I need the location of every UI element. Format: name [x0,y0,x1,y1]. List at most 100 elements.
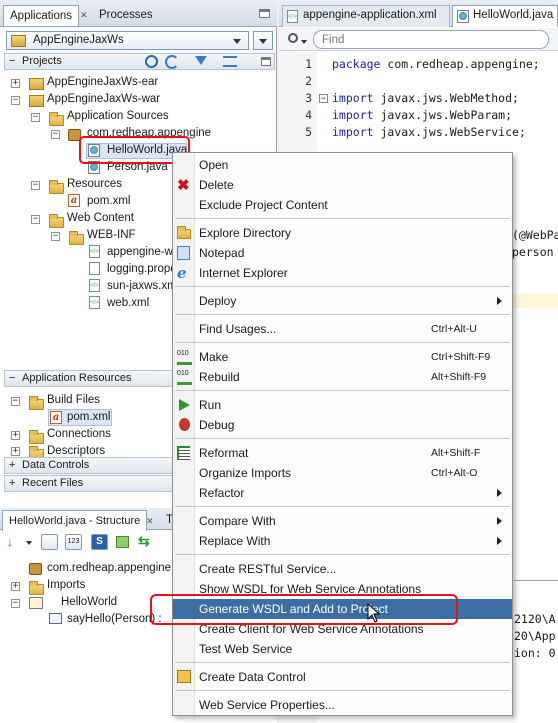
tree-item[interactable]: com.redheap.appengine [47,562,171,574]
tree-item[interactable]: Application Sources [67,110,169,122]
code-fragment: person [512,245,554,259]
menu-item-reformat[interactable]: Reformat Alt+Shift-F [173,443,512,463]
tree-item[interactable]: Connections [47,428,111,440]
expand-toggle[interactable]: − [51,232,60,241]
xml-file-icon: </> [89,296,100,309]
tree-item[interactable]: appengine-we [107,246,179,258]
tree-item[interactable]: AppEngineJaxWs-war [47,93,160,105]
expand-toggle[interactable]: − [11,599,20,608]
close-icon[interactable]: ✕ [146,516,154,527]
minimize-icon[interactable] [259,9,270,18]
menu-item-delete[interactable]: ✖ Delete [173,175,512,195]
menu-item-internet-explorer[interactable]: e Internet Explorer [173,263,512,283]
expand-toggle[interactable]: + [11,431,20,440]
tree-item[interactable]: Build Files [47,394,100,406]
debug-icon [179,418,190,431]
members-icon[interactable] [41,534,58,550]
tree-item[interactable]: Web Content [67,212,134,224]
sync-icon[interactable]: ⇆ [138,534,154,549]
menu-item-web-service-properties[interactable]: Web Service Properties... [173,695,512,715]
search-icon[interactable] [145,55,158,68]
menu-item-organize-imports[interactable]: Organize Imports Ctrl+Alt-O [173,463,512,483]
tab-processes[interactable]: Processes [93,5,159,26]
menu-item-create-data-control[interactable]: Create Data Control [173,667,512,687]
tree-item[interactable]: sun-jaxws.xm [107,280,177,292]
tab-label: HelloWorld.java [473,9,554,21]
menu-shortcut: Ctrl+Alt-U [431,323,477,335]
tree-item[interactable]: WEB-INF [87,229,136,241]
expand-toggle[interactable]: − [11,96,20,105]
recent-files-label: Recent Files [22,477,84,489]
tree-item[interactable]: Resources [67,178,122,190]
menu-item-run[interactable]: Run [173,395,512,415]
expand-toggle[interactable]: − [31,181,40,190]
menu-item-notepad[interactable]: Notepad [173,243,512,263]
menu-item-compare-with[interactable]: Compare With [173,511,512,531]
menu-item-refactor[interactable]: Refactor [173,483,512,503]
menu-item-create-restful-service[interactable]: Create RESTful Service... [173,559,512,579]
class-icon [29,597,43,609]
menu-item-replace-with[interactable]: Replace With [173,531,512,551]
tree-item[interactable]: Imports [47,579,85,591]
sync-icon[interactable] [165,55,179,69]
project-options-icon[interactable] [223,56,237,67]
menu-shortcut: Alt+Shift-F9 [431,371,487,383]
chevron-down-icon[interactable] [26,541,32,545]
code-keyword: import [332,125,374,139]
menu-item-open[interactable]: Open [173,155,512,175]
number-icon[interactable]: 123 [65,534,82,550]
sort-icon[interactable]: ↓ [7,535,23,549]
menu-separator [175,506,510,507]
filter-icon[interactable] [195,56,207,65]
tab-structure[interactable]: HelloWorld.java - Structure [2,510,148,531]
tree-item[interactable]: pom.xml [67,411,110,423]
line-number: 4 [305,108,312,122]
pom-file-icon: a [68,194,80,207]
tab-appengine-xml[interactable]: </> appengine-application.xml [282,5,450,27]
find-input[interactable] [313,30,549,49]
folder-icon [49,180,64,194]
close-icon[interactable]: ✕ [80,11,88,20]
xml-file-icon: </> [89,279,100,292]
expand-toggle[interactable]: − [31,215,40,224]
menu-item-test-web-service[interactable]: Test Web Service [173,639,512,659]
menu-item-exclude-project-content[interactable]: Exclude Project Content [173,195,512,215]
folder-icon [29,430,44,444]
tree-item[interactable]: pom.xml [87,195,130,207]
tree-item[interactable]: AppEngineJaxWs-ear [47,76,158,88]
expand-toggle[interactable]: − [31,113,40,122]
code-text: javax.jws.WebParam; [373,108,513,122]
tab-applications[interactable]: Applications [3,5,80,26]
static-icon[interactable]: S [91,534,108,550]
tree-item[interactable]: HelloWorld [61,596,117,608]
tree-item[interactable]: web.xml [107,297,149,309]
rebuild-icon: 010 [177,370,192,385]
menu-item-debug[interactable]: Debug [173,415,512,435]
package-icon [29,563,42,575]
menu-item-find-usages[interactable]: Find Usages... Ctrl+Alt-U [173,319,512,339]
app-menu-button[interactable] [253,31,273,50]
search-icon[interactable] [288,33,298,43]
expand-toggle[interactable]: − [51,130,60,139]
expand-toggle[interactable]: + [11,79,20,88]
minimize-icon[interactable] [261,57,271,66]
menu-item-explore-directory[interactable]: Explore Directory [173,223,512,243]
folder-icon [49,112,64,126]
menu-label: Compare With [199,514,276,528]
tree-item[interactable]: logging.prope [107,263,177,275]
tab-helloworld-java[interactable]: HelloWorld.java [452,5,558,27]
menu-item-deploy[interactable]: Deploy [173,291,512,311]
chevron-down-icon[interactable] [301,40,307,44]
expand-toggle[interactable]: + [11,582,20,591]
tree-item[interactable]: Descriptors [47,445,105,457]
menu-item-rebuild[interactable]: 010 Rebuild Alt+Shift-F9 [173,367,512,387]
app-selector[interactable]: AppEngineJaxWs [6,31,249,50]
collapse-icon: − [9,55,16,67]
menu-item-make[interactable]: 010 Make Ctrl+Shift-F9 [173,347,512,367]
lock-icon[interactable] [116,536,129,548]
fold-icon[interactable]: − [319,94,328,103]
tree-item[interactable]: sayHello(Person) : [67,613,162,625]
menu-separator [175,342,510,343]
expand-toggle[interactable]: − [11,397,20,406]
expand-toggle[interactable]: + [11,447,20,456]
